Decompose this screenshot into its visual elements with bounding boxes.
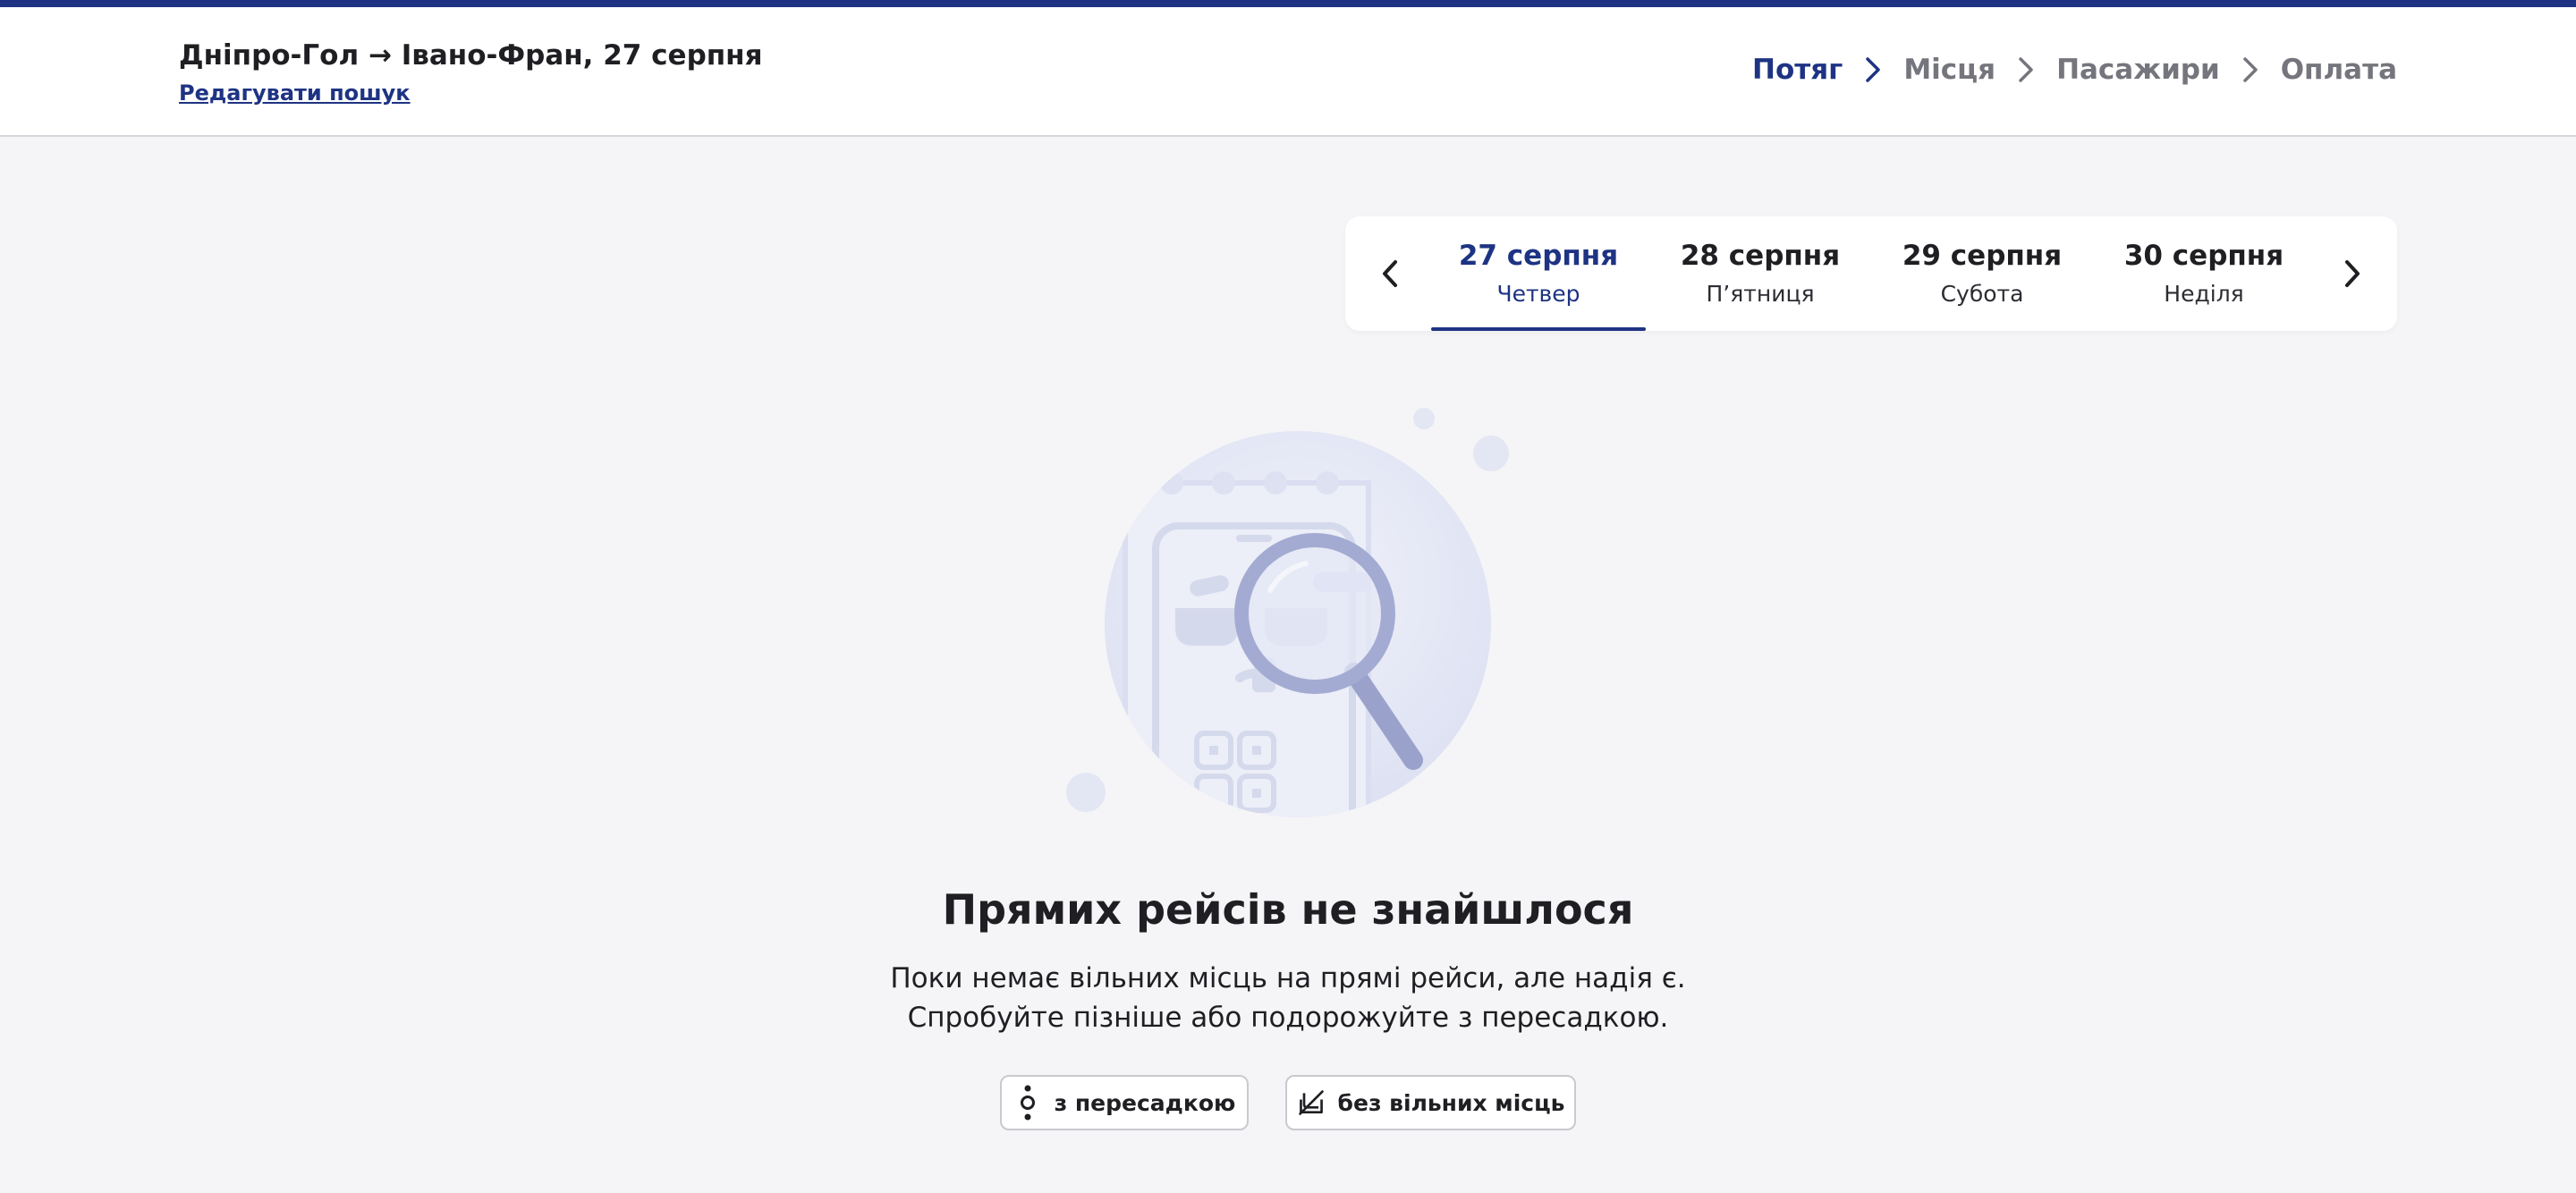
with-transfer-button[interactable]: з пересадкою	[1000, 1075, 1249, 1130]
route-title: Дніпро-Гол → Івано-Фран, 27 серпня	[179, 39, 763, 72]
step-passengers[interactable]: Пасажири	[2056, 54, 2220, 86]
chevron-right-icon	[2240, 55, 2261, 84]
chevron-right-icon	[2345, 260, 2360, 287]
date-selector: 27 серпня Четвер 28 серпня П’ятниця 29 с…	[1345, 216, 2397, 331]
date-tab-30[interactable]: 30 серпня Неділя	[2097, 216, 2311, 331]
without-free-seats-button[interactable]: без вільних місць	[1285, 1075, 1576, 1130]
step-payment[interactable]: Оплата	[2281, 54, 2397, 86]
date-tab-date: 28 серпня	[1680, 240, 1841, 272]
transfer-route-icon	[1013, 1085, 1042, 1121]
next-date-button[interactable]	[2329, 250, 2376, 297]
date-tab-date: 29 серпня	[1902, 240, 2063, 272]
date-tab-date: 27 серпня	[1458, 240, 1619, 272]
chevron-left-icon	[1383, 260, 1397, 287]
header: Дніпро-Гол → Івано-Фран, 27 серпня Редаг…	[0, 7, 2576, 137]
chevron-right-icon	[2015, 55, 2037, 84]
without-free-seats-label: без вільних місць	[1337, 1089, 1565, 1116]
chevron-right-icon	[1862, 55, 1884, 84]
date-tab-weekday: Неділя	[2164, 281, 2244, 307]
top-accent-bar	[0, 0, 2576, 7]
with-transfer-label: з пересадкою	[1054, 1089, 1236, 1116]
booking-steps: Потяг Місця Пасажири Оплата	[1752, 54, 2397, 86]
edit-search-link[interactable]: Редагувати пошук	[179, 80, 411, 106]
seat-unavailable-icon	[1297, 1085, 1326, 1121]
date-tab-weekday: П’ятниця	[1706, 281, 1815, 307]
previous-date-button[interactable]	[1367, 250, 1413, 297]
date-tab-29[interactable]: 29 серпня Субота	[1875, 216, 2089, 331]
empty-state-title: Прямих рейсів не знайшлося	[942, 885, 1634, 934]
date-tab-28[interactable]: 28 серпня П’ятниця	[1653, 216, 1868, 331]
empty-state-line-2: Спробуйте пізніше або подорожуйте з пере…	[907, 1002, 1669, 1034]
step-train[interactable]: Потяг	[1752, 54, 1843, 86]
date-tab-weekday: Субота	[1940, 281, 2024, 307]
empty-state-line-1: Поки немає вільних місць на прямі рейси,…	[890, 962, 1686, 994]
step-seats[interactable]: Місця	[1903, 54, 1996, 86]
empty-search-illustration	[1055, 393, 1538, 823]
date-tab-weekday: Четвер	[1496, 281, 1580, 307]
date-tab-27[interactable]: 27 серпня Четвер	[1431, 216, 1646, 331]
date-tab-date: 30 серпня	[2123, 240, 2284, 272]
